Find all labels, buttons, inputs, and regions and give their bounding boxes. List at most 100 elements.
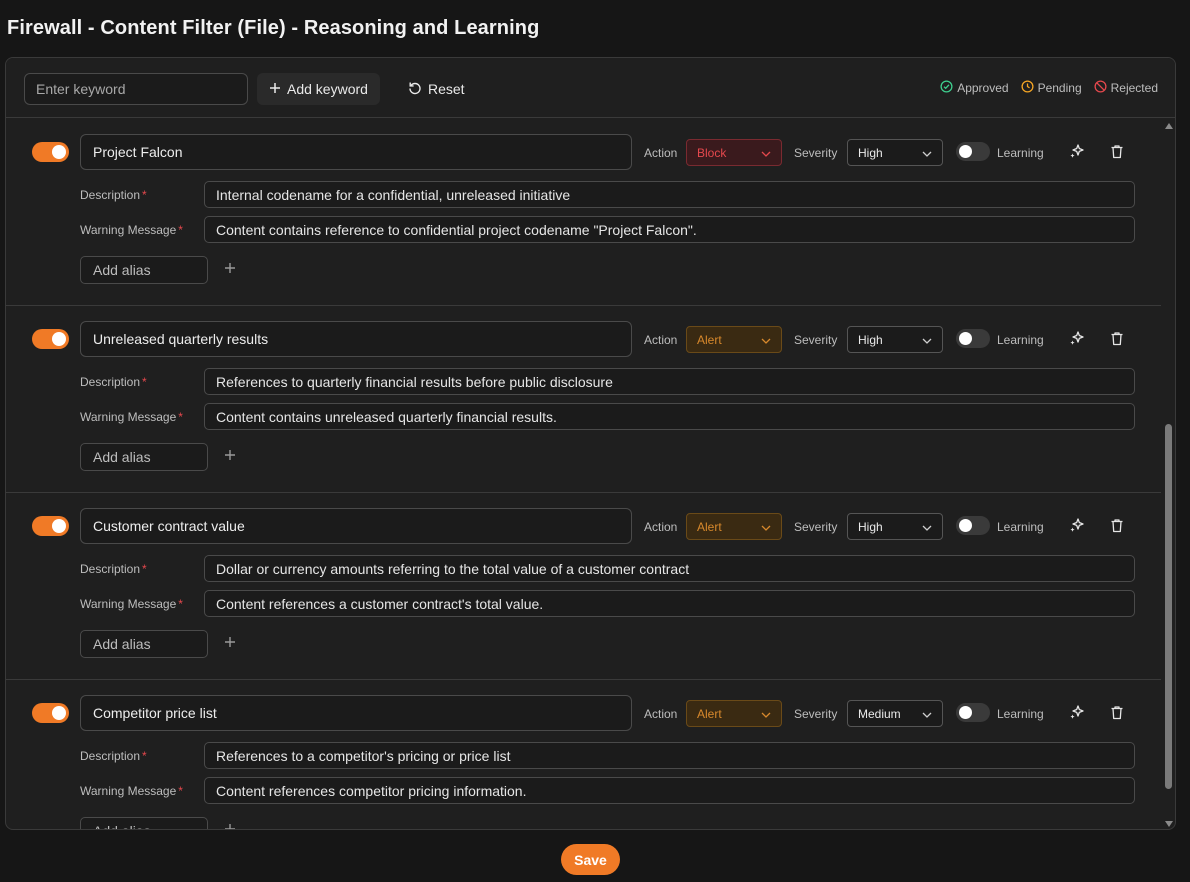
add-alias-input[interactable]: Add alias bbox=[80, 630, 208, 658]
legend-label: Approved bbox=[957, 81, 1009, 95]
severity-select[interactable]: High bbox=[847, 139, 943, 166]
toolbar: Add keyword Reset Approved Pending bbox=[6, 58, 1175, 118]
action-label: Action bbox=[644, 520, 678, 534]
keyword-row: Competitor price list Action Alert Sever… bbox=[6, 680, 1161, 829]
chevron-down-icon bbox=[922, 333, 932, 347]
warning-label: Warning Message * bbox=[80, 784, 183, 798]
page-title: Firewall - Content Filter (File) - Reaso… bbox=[7, 17, 540, 39]
severity-label: Severity bbox=[794, 146, 838, 160]
chevron-down-icon bbox=[761, 333, 771, 347]
action-value: Alert bbox=[697, 332, 722, 347]
add-alias-input[interactable]: Add alias bbox=[80, 817, 208, 829]
sparkle-icon[interactable] bbox=[1068, 329, 1086, 347]
chevron-down-icon bbox=[922, 520, 932, 534]
severity-select[interactable]: High bbox=[847, 326, 943, 353]
warning-input[interactable]: Content contains reference to confidenti… bbox=[204, 216, 1135, 243]
ban-icon bbox=[1094, 80, 1107, 96]
action-select[interactable]: Alert bbox=[686, 700, 782, 727]
add-alias-input[interactable]: Add alias bbox=[80, 443, 208, 471]
legend-rejected: Rejected bbox=[1094, 80, 1158, 96]
learning-label: Learning bbox=[997, 333, 1044, 347]
keyword-name-input[interactable]: Competitor price list bbox=[80, 695, 632, 731]
action-value: Alert bbox=[697, 706, 722, 721]
sparkle-icon[interactable] bbox=[1068, 142, 1086, 160]
enabled-toggle[interactable] bbox=[32, 516, 69, 536]
save-button[interactable]: Save bbox=[561, 844, 620, 875]
keyword-name-input[interactable]: Customer contract value bbox=[80, 508, 632, 544]
description-input[interactable]: References to a competitor's pricing or … bbox=[204, 742, 1135, 769]
add-keyword-button[interactable]: Add keyword bbox=[257, 73, 380, 105]
warning-input[interactable]: Content references competitor pricing in… bbox=[204, 777, 1135, 804]
scrollbar[interactable] bbox=[1162, 119, 1175, 829]
keyword-row: Project Falcon Action Block Severity Hig… bbox=[6, 119, 1161, 306]
enabled-toggle[interactable] bbox=[32, 703, 69, 723]
reset-icon bbox=[408, 81, 422, 98]
scroll-thumb[interactable] bbox=[1165, 424, 1172, 789]
warning-input[interactable]: Content references a customer contract's… bbox=[204, 590, 1135, 617]
learning-toggle[interactable] bbox=[956, 516, 990, 535]
chevron-down-icon bbox=[922, 707, 932, 721]
keyword-row: Unreleased quarterly results Action Aler… bbox=[6, 306, 1161, 493]
add-keyword-label: Add keyword bbox=[287, 81, 368, 97]
severity-select[interactable]: High bbox=[847, 513, 943, 540]
plus-icon[interactable] bbox=[221, 820, 239, 829]
sparkle-icon[interactable] bbox=[1068, 703, 1086, 721]
description-label: Description * bbox=[80, 562, 147, 576]
severity-value: High bbox=[858, 519, 883, 534]
plus-icon bbox=[269, 81, 281, 97]
sparkle-icon[interactable] bbox=[1068, 516, 1086, 534]
trash-icon[interactable] bbox=[1108, 516, 1126, 534]
severity-label: Severity bbox=[794, 333, 838, 347]
keyword-panel: Add keyword Reset Approved Pending bbox=[5, 57, 1176, 830]
reset-button[interactable]: Reset bbox=[408, 73, 465, 105]
learning-toggle[interactable] bbox=[956, 329, 990, 348]
severity-value: High bbox=[858, 332, 883, 347]
description-input[interactable]: Internal codename for a confidential, un… bbox=[204, 181, 1135, 208]
trash-icon[interactable] bbox=[1108, 703, 1126, 721]
warning-input[interactable]: Content contains unreleased quarterly fi… bbox=[204, 403, 1135, 430]
scroll-down-arrow-icon[interactable] bbox=[1165, 821, 1173, 827]
enabled-toggle[interactable] bbox=[32, 142, 69, 162]
legend-label: Pending bbox=[1037, 81, 1082, 95]
plus-icon[interactable] bbox=[221, 633, 239, 651]
enabled-toggle[interactable] bbox=[32, 329, 69, 349]
severity-select[interactable]: Medium bbox=[847, 700, 943, 727]
keyword-name-input[interactable]: Project Falcon bbox=[80, 134, 632, 170]
learning-toggle[interactable] bbox=[956, 703, 990, 722]
description-input[interactable]: Dollar or currency amounts referring to … bbox=[204, 555, 1135, 582]
severity-value: High bbox=[858, 145, 883, 160]
check-circle-icon bbox=[940, 80, 953, 96]
warning-label: Warning Message * bbox=[80, 223, 183, 237]
severity-label: Severity bbox=[794, 520, 838, 534]
description-input[interactable]: References to quarterly financial result… bbox=[204, 368, 1135, 395]
action-select[interactable]: Block bbox=[686, 139, 782, 166]
description-label: Description * bbox=[80, 375, 147, 389]
legend-label: Rejected bbox=[1110, 81, 1158, 95]
action-select[interactable]: Alert bbox=[686, 326, 782, 353]
status-legend: Approved Pending Rejected bbox=[940, 80, 1158, 96]
warning-label: Warning Message * bbox=[80, 597, 183, 611]
trash-icon[interactable] bbox=[1108, 142, 1126, 160]
learning-toggle[interactable] bbox=[956, 142, 990, 161]
keyword-input[interactable] bbox=[24, 73, 248, 105]
severity-value: Medium bbox=[858, 706, 901, 721]
severity-label: Severity bbox=[794, 707, 838, 721]
chevron-down-icon bbox=[761, 520, 771, 534]
reset-label: Reset bbox=[428, 81, 465, 97]
legend-pending: Pending bbox=[1021, 80, 1082, 96]
keyword-list: Project Falcon Action Block Severity Hig… bbox=[6, 119, 1161, 829]
trash-icon[interactable] bbox=[1108, 329, 1126, 347]
plus-icon[interactable] bbox=[221, 446, 239, 464]
action-value: Alert bbox=[697, 519, 722, 534]
learning-label: Learning bbox=[997, 146, 1044, 160]
action-label: Action bbox=[644, 707, 678, 721]
chevron-down-icon bbox=[761, 146, 771, 160]
action-label: Action bbox=[644, 333, 678, 347]
legend-approved: Approved bbox=[940, 80, 1009, 96]
action-select[interactable]: Alert bbox=[686, 513, 782, 540]
keyword-name-input[interactable]: Unreleased quarterly results bbox=[80, 321, 632, 357]
add-alias-input[interactable]: Add alias bbox=[80, 256, 208, 284]
scroll-up-arrow-icon[interactable] bbox=[1165, 123, 1173, 129]
learning-label: Learning bbox=[997, 520, 1044, 534]
plus-icon[interactable] bbox=[221, 259, 239, 277]
